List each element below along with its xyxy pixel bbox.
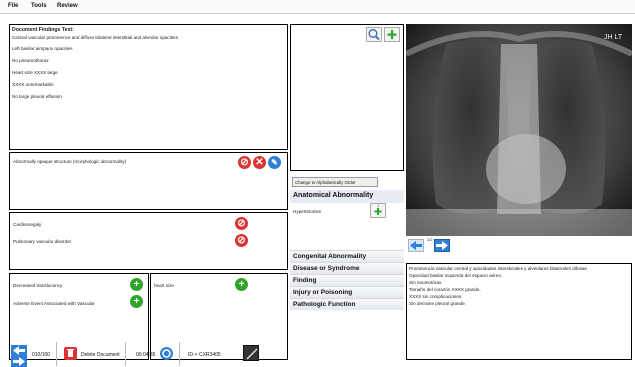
translation-line: Sin derrame pleural grande. xyxy=(409,301,466,306)
translation-line: Tamaño del corazón XXXX grande. xyxy=(409,287,481,292)
xray-graphic xyxy=(406,24,632,236)
change-order-button[interactable]: Change to Alphabetically Order xyxy=(292,177,378,187)
findings-line: Central vascular prominence and diffuse … xyxy=(12,35,178,40)
category-injury[interactable]: Injury or Poisoning xyxy=(290,286,404,298)
block-icon[interactable]: ⊘ xyxy=(235,234,248,247)
arrow-right-icon xyxy=(436,241,448,250)
block-icon[interactable]: ⊘ xyxy=(235,217,248,230)
refresh-icon[interactable] xyxy=(160,347,173,360)
concept-label: Abnormally opaque structure (morphologic… xyxy=(13,159,127,164)
xray-overlay-label: JH LT xyxy=(604,34,623,41)
search-button[interactable] xyxy=(366,27,382,42)
menu-tools[interactable]: Tools xyxy=(31,3,47,9)
image-prev-button[interactable] xyxy=(408,239,424,252)
concept-panel-c: Decreased translucency Adverse Event Ass… xyxy=(9,273,149,360)
document-id: ID-> CXR3405 xyxy=(188,352,221,358)
menu-bar: File Tools Review xyxy=(0,0,635,14)
menu-file[interactable]: File xyxy=(8,3,18,9)
translation-line: Opacidad basilar izquierda del espacio a… xyxy=(409,273,503,278)
doc-prev-button[interactable] xyxy=(11,345,27,356)
add-category-item-button[interactable]: 1 xyxy=(370,203,386,218)
toolbar-divider xyxy=(56,342,57,366)
translation-line: XXXX sin complicaciones. xyxy=(409,294,463,299)
translation-panel[interactable]: Prominencia vascular central y opacidade… xyxy=(406,263,632,360)
category-item-label: Hypertelorism xyxy=(293,209,322,214)
add-icon[interactable]: + xyxy=(130,278,143,291)
category-anatomical-header[interactable]: Anatomical Abnormality xyxy=(290,190,404,203)
findings-line: XXXX unremarkable xyxy=(12,82,54,87)
findings-line: No large pleural effusion xyxy=(12,94,62,99)
toolbar-divider xyxy=(125,342,126,366)
category-finding[interactable]: Finding xyxy=(290,274,404,286)
remove-icon[interactable]: ✕ xyxy=(253,156,266,169)
findings-panel[interactable]: Document Findings Text: Central vascular… xyxy=(9,24,288,150)
pen-icon xyxy=(246,348,258,360)
concept-label: Cardiomegaly xyxy=(13,222,42,227)
menu-review[interactable]: Review xyxy=(57,3,78,9)
category-pathologic[interactable]: Pathologic Function xyxy=(290,298,404,310)
findings-line: Heart size XXXX large xyxy=(12,70,58,75)
plus-icon xyxy=(387,30,397,39)
block-icon[interactable]: ⊘ xyxy=(238,156,251,169)
search-icon xyxy=(368,29,380,41)
doc-next-button[interactable] xyxy=(11,356,27,367)
category-congenital[interactable]: Congenital Abnormality xyxy=(290,250,404,262)
translation-line: Sin neumotórax. xyxy=(409,280,443,285)
add-search-button[interactable] xyxy=(384,27,400,42)
concept-label: heart size xyxy=(154,283,174,288)
image-page-indicator: 1/2 xyxy=(427,237,433,242)
arrow-left-icon xyxy=(410,241,422,250)
search-panel xyxy=(290,24,404,171)
xray-image[interactable]: JH LT xyxy=(406,24,632,236)
concept-label: Decreased translucency xyxy=(13,283,63,288)
concept-panel-abnormal: Abnormally opaque structure (morphologic… xyxy=(9,152,288,210)
category-disease[interactable]: Disease or Syndrome xyxy=(290,262,404,274)
delete-document-button[interactable]: Delete Document xyxy=(81,352,120,358)
timer: 00:04:35 xyxy=(136,352,156,358)
findings-line: No pneumothorax xyxy=(12,58,49,63)
delete-icon[interactable] xyxy=(64,347,77,360)
concept-panel-b: Cardiomegaly Pulmonary vascular disorder… xyxy=(9,212,288,270)
findings-title: Document Findings Text: xyxy=(12,27,74,33)
doc-counter: 010/100 xyxy=(32,352,51,358)
image-next-button[interactable] xyxy=(434,239,450,252)
add-icon[interactable]: + xyxy=(235,278,248,291)
arrow-left-icon xyxy=(13,346,25,355)
add-icon[interactable]: + xyxy=(130,295,143,308)
translation-line: Prominencia vascular central y opacidade… xyxy=(409,266,588,271)
concept-label: Pulmonary vascular disorder xyxy=(13,239,72,244)
concept-label: Adverse Event Associated with Vascular xyxy=(13,301,95,306)
findings-line: Left basilar airspace opacities xyxy=(12,46,73,51)
draw-tool-button[interactable] xyxy=(243,345,259,361)
toolbar-divider xyxy=(179,342,180,366)
arrow-right-icon xyxy=(13,357,25,366)
edit-icon[interactable]: ✎ xyxy=(268,156,281,169)
